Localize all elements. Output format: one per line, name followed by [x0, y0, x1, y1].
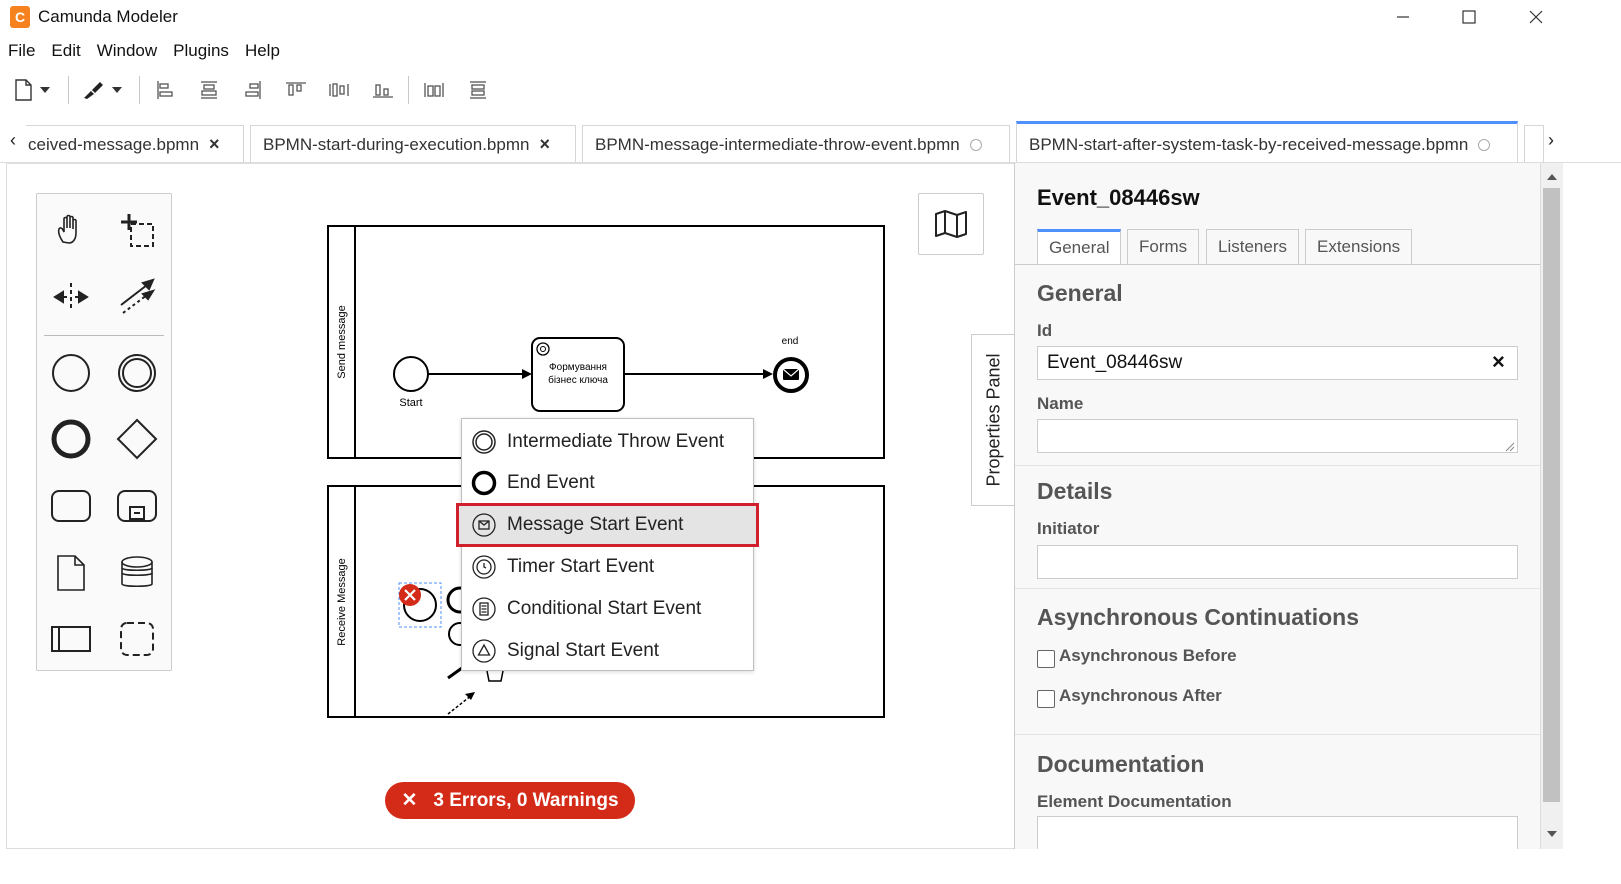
minimap-toggle-button[interactable]: [918, 193, 984, 255]
element-documentation-label: Element Documentation: [1037, 792, 1232, 811]
map-icon: [935, 210, 967, 238]
start-event-label: Start: [399, 397, 422, 409]
ptab-extensions[interactable]: Extensions: [1305, 229, 1413, 264]
id-input[interactable]: Event_08446sw: [1037, 346, 1518, 380]
properties-panel: Event_08446sw General Forms Listeners Ex…: [1014, 163, 1540, 849]
replace-context-menu: Intermediate Throw Event End Event Messa…: [456, 418, 759, 671]
create-gateway-icon[interactable]: [114, 416, 160, 462]
lane-receive-message-label: Receive Message: [336, 558, 348, 645]
hand-tool-icon[interactable]: [48, 207, 94, 253]
initiator-label: Initiator: [1037, 519, 1100, 538]
properties-title: Event_08446sw: [1037, 185, 1200, 210]
async-before-label: Asynchronous Before: [1059, 646, 1237, 665]
scrollbar-thumb[interactable]: [1543, 188, 1560, 802]
end-event-label: end: [782, 336, 799, 347]
create-intermediate-event-icon[interactable]: [114, 350, 160, 396]
global-connect-tool-icon[interactable]: [114, 274, 160, 320]
async-after-checkbox[interactable]: [1037, 690, 1055, 708]
close-window-button[interactable]: [1503, 0, 1569, 34]
create-task-icon[interactable]: [48, 483, 94, 529]
clear-id-icon[interactable]: ×: [1492, 349, 1505, 375]
lasso-tool-icon[interactable]: [114, 207, 160, 253]
section-documentation-heading: Documentation: [1037, 751, 1205, 777]
menu-message-start-event[interactable]: Message Start Event: [456, 503, 759, 547]
minimize-button[interactable]: [1370, 0, 1436, 34]
initiator-input[interactable]: [1037, 545, 1518, 579]
name-textarea[interactable]: [1037, 419, 1518, 453]
element-documentation-textarea[interactable]: [1037, 816, 1518, 849]
id-label: Id: [1037, 321, 1053, 340]
create-group-icon[interactable]: [114, 616, 160, 662]
ptab-listeners[interactable]: Listeners: [1206, 229, 1299, 264]
section-general-heading: General: [1037, 280, 1123, 306]
menu-item-label: End Event: [507, 472, 595, 493]
tab-start-after-system-task[interactable]: BPMN-start-after-system-task-by-received…: [1016, 121, 1518, 165]
tab-overflow[interactable]: [1524, 125, 1544, 163]
id-value: Event_08446sw: [1047, 352, 1183, 373]
ptab-label: Forms: [1139, 237, 1188, 256]
unsaved-dot-icon[interactable]: [1478, 138, 1491, 151]
resize-grip-icon[interactable]: [1503, 439, 1515, 452]
section-divider: [1015, 588, 1540, 589]
errors-text: 3 Errors, 0 Warnings: [433, 789, 619, 811]
menu-item-label: Intermediate Throw Event: [507, 431, 725, 452]
task-label-line2: бізнес ключа: [548, 374, 608, 386]
section-async-heading: Asynchronous Continuations: [1037, 604, 1359, 630]
message-start-icon: [470, 511, 498, 539]
create-start-event-icon[interactable]: [48, 350, 94, 396]
ptab-general[interactable]: General: [1037, 229, 1122, 264]
menu-timer-start-event[interactable]: Timer Start Event: [462, 547, 753, 587]
menu-conditional-start-event[interactable]: Conditional Start Event: [462, 589, 753, 629]
scroll-down-arrow-icon[interactable]: [1540, 823, 1563, 845]
task-label-line1: Формування: [549, 362, 607, 373]
menu-item-label: Conditional Start Event: [507, 598, 702, 619]
ptab-label: Extensions: [1317, 237, 1401, 256]
section-divider: [1015, 465, 1540, 466]
create-data-object-icon[interactable]: [48, 550, 94, 596]
ptab-baseline: [1015, 264, 1540, 265]
space-tool-icon[interactable]: [48, 274, 94, 320]
async-before-checkbox[interactable]: [1037, 650, 1055, 668]
async-after-label: Asynchronous After: [1059, 686, 1222, 705]
properties-panel-toggle[interactable]: Properties Panel: [971, 334, 1015, 506]
error-x-icon: ✕: [401, 790, 418, 811]
menu-signal-start-event[interactable]: Signal Start Event: [462, 631, 753, 671]
signal-start-icon: [470, 637, 498, 665]
palette-separator: [44, 335, 164, 336]
name-label: Name: [1037, 394, 1084, 413]
tab-label: BPMN-start-after-system-task-by-received…: [1029, 134, 1469, 154]
menu-item-label: Message Start Event: [507, 514, 684, 535]
envelope-icon: [782, 368, 800, 380]
section-details-heading: Details: [1037, 478, 1113, 504]
ptab-forms[interactable]: Forms: [1127, 229, 1200, 264]
menu-intermediate-throw-event[interactable]: Intermediate Throw Event: [462, 422, 753, 462]
section-divider: [1015, 734, 1540, 735]
ptab-label: General: [1049, 238, 1110, 257]
start-event[interactable]: [393, 356, 429, 392]
create-end-event-icon[interactable]: [48, 416, 94, 462]
maximize-button[interactable]: [1436, 0, 1502, 34]
scroll-up-arrow-icon[interactable]: [1540, 166, 1563, 188]
errors-warnings-badge[interactable]: ✕ 3 Errors, 0 Warnings: [385, 782, 635, 819]
end-event-icon: [470, 469, 498, 497]
menu-item-label: Timer Start Event: [507, 556, 655, 577]
properties-panel-toggle-label: Properties Panel: [983, 353, 1003, 487]
lane-send-message-label: Send message: [336, 305, 348, 378]
intermediate-event-icon: [470, 428, 498, 456]
create-subprocess-icon[interactable]: [114, 483, 160, 529]
create-pool-icon[interactable]: [48, 616, 94, 662]
create-data-store-icon[interactable]: [114, 550, 160, 596]
timer-start-icon: [470, 553, 498, 581]
ptab-label: Listeners: [1218, 237, 1287, 256]
error-marker-icon: [399, 584, 421, 606]
menu-item-label: Signal Start Event: [507, 640, 660, 661]
conditional-start-icon: [470, 595, 498, 623]
tab-scroll-right-icon[interactable]: ›: [1548, 130, 1554, 151]
menu-end-event[interactable]: End Event: [462, 463, 753, 503]
